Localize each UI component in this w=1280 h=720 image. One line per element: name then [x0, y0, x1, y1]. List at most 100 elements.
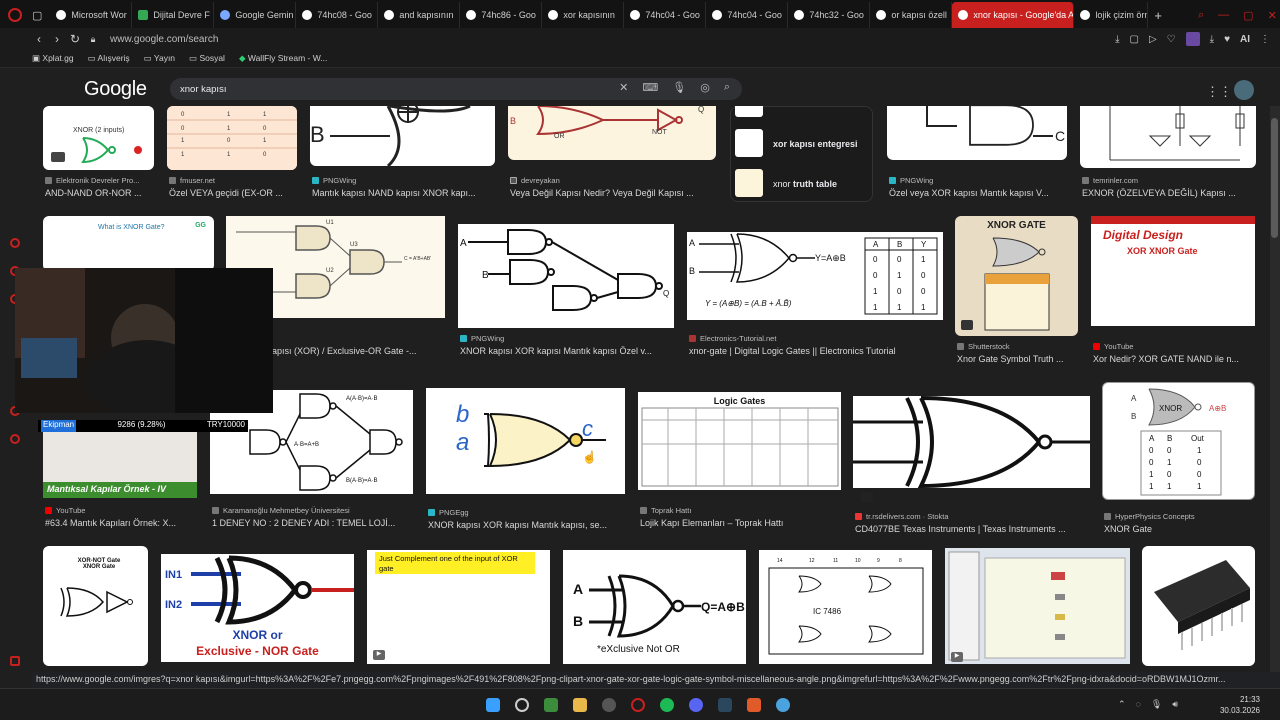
result-thumb[interactable]: What is XNOR Gate? GG [43, 216, 214, 271]
result-thumb[interactable]: A B XNOR A⊕B A B Out 001 010 100 111 [1102, 382, 1255, 500]
clear-icon[interactable]: ✕ [619, 81, 628, 94]
result-card[interactable]: tr.rsdelivers.com · Stokta CD4077BE Texa… [853, 396, 1091, 536]
tab-0[interactable]: Microsoft Wor [50, 2, 133, 28]
result-thumb[interactable]: B OR NOT Q [508, 106, 716, 160]
opera-gx-taskbar-icon[interactable] [631, 698, 645, 712]
result-thumb[interactable]: A B Y=A⊕B Y = (A⊕B) = (A.B + Ā.B̄) A B Y… [687, 232, 943, 320]
result-card[interactable]: C PNGWing Özel veya XOR kapısı Mantık ka… [887, 106, 1067, 206]
result-thumb[interactable]: XNOR GATE [955, 216, 1078, 336]
result-title[interactable]: #63.4 Mantık Kapıları Örnek: X... [45, 518, 203, 528]
new-tab-button[interactable]: + [1154, 8, 1162, 23]
result-thumb[interactable]: 011 010 101 110 [167, 106, 297, 170]
tab-11-active[interactable]: xnor kapısı - Google'da A [952, 2, 1075, 28]
search-input[interactable]: xnor kapısı [180, 84, 226, 95]
bookmark-1[interactable]: ▭ Alışveriş [88, 53, 130, 64]
tab-1[interactable]: Dijital Devre F [132, 2, 215, 28]
result-card[interactable]: temrinler.com EXNOR (ÖZELVEYA DEĞİL) Kap… [1080, 106, 1256, 206]
result-card[interactable]: A B Q=A⊕B *eXclusive Not OR [563, 550, 747, 668]
result-thumb[interactable]: IC 7486 14 12 11 10 9 8 [759, 550, 932, 664]
back-icon[interactable]: ‹ [30, 32, 48, 46]
bookmark-3[interactable]: ▭ Sosyal [189, 53, 225, 64]
tab-12[interactable]: lojik çizim örne [1074, 2, 1149, 28]
result-title[interactable]: Özel veya XOR kapısı Mantık kapısı V... [889, 188, 1069, 198]
search-box[interactable]: xnor kapısı ✕ ⌨ 🎙︎ ◎ ⌕ [170, 78, 742, 100]
result-thumb[interactable]: Just Complement one of the input of XOR … [367, 550, 550, 664]
avatar-small[interactable] [1185, 32, 1200, 46]
keyboard-icon[interactable]: ⌨ [642, 81, 658, 94]
result-title[interactable]: xnor-gate | Digital Logic Gates || Elect… [689, 346, 945, 356]
related-item-1[interactable]: xnor truth table [773, 179, 837, 189]
result-thumb[interactable] [853, 396, 1090, 488]
tray-chevron-icon[interactable]: ⌃ [1118, 699, 1126, 710]
result-thumb[interactable]: Digital Design XOR XNOR Gate [1091, 216, 1255, 326]
bookmark-0[interactable]: ▣ Xplat.gg [32, 53, 74, 64]
google-logo[interactable]: Google [84, 78, 147, 101]
result-thumb[interactable]: XOR-NOT Gate XNOR Gate [43, 546, 148, 666]
heart-icon[interactable]: ♡ [1167, 34, 1176, 45]
result-thumb[interactable]: A B Q [458, 224, 674, 328]
result-card[interactable]: XNOR (2 inputs) Elektronik Devreler Pro.… [43, 106, 155, 206]
result-thumb[interactable] [1080, 106, 1256, 168]
search-taskbar-icon[interactable] [515, 698, 529, 712]
tab-2[interactable]: Google Gemin [214, 2, 297, 28]
app-icon-2[interactable] [602, 698, 616, 712]
bookmark-4[interactable]: ◆ WallFly Stream - W... [239, 53, 327, 64]
result-card[interactable]: A B Q PNGWing XNOR kapısı XOR kapısı Man… [458, 224, 675, 364]
minimize-icon[interactable]: — [1218, 9, 1229, 21]
result-title[interactable]: Lojik Kapı Elemanları – Toprak Hattı [640, 518, 844, 528]
result-card[interactable]: Logic Gates Toprak Hattı Lojik Kapı Elem… [638, 392, 842, 536]
result-title[interactable]: AND-NAND OR-NOR ... [45, 188, 157, 198]
app-icon-1[interactable] [544, 698, 558, 712]
result-thumb[interactable]: C [887, 106, 1067, 160]
scrollbar-thumb[interactable] [1271, 118, 1278, 238]
result-title[interactable]: Xor Nedir? XOR GATE NAND ile n... [1093, 354, 1259, 364]
result-card[interactable]: Just Complement one of the input of XOR … [367, 550, 551, 668]
result-card[interactable]: IC 7486 14 12 11 10 9 8 [759, 550, 933, 668]
result-thumb[interactable]: A B Q=A⊕B *eXclusive Not OR [563, 550, 746, 664]
result-card[interactable]: IN1 IN2 XNOR or Exclusive - NOR Gate [161, 554, 355, 668]
result-thumb[interactable]: XNOR (2 inputs) [43, 106, 154, 170]
tab-7[interactable]: 74hc04 - Goo [624, 2, 707, 28]
result-card[interactable]: 011 010 101 110 fmuser.net Özel VEYA geç… [167, 106, 297, 206]
result-title[interactable]: 1 DENEY NO : 2 DENEY ADI : TEMEL LOJİ... [212, 518, 416, 528]
file-explorer-icon[interactable] [573, 698, 587, 712]
system-clock[interactable]: 21:33 30.03.2026 [1220, 694, 1260, 716]
close-window-icon[interactable]: ✕ [1268, 9, 1277, 22]
bookmark-icon[interactable]: ⤓ [1115, 34, 1119, 45]
app-icon-3[interactable] [747, 698, 761, 712]
download-icon[interactable]: ⤓ [1210, 34, 1214, 45]
ai-button[interactable]: AI [1240, 34, 1250, 45]
url-field[interactable]: www.google.com/search [110, 34, 218, 45]
tab-5[interactable]: 74hc86 - Goo [460, 2, 543, 28]
tab-8[interactable]: 74hc04 - Goo [706, 2, 789, 28]
spotify-icon[interactable] [660, 698, 674, 712]
tab-6[interactable]: xor kapısının [542, 2, 625, 28]
result-title[interactable]: XNOR kapısı XOR kapısı Mantık kapısı, se… [428, 520, 628, 530]
result-thumb[interactable]: B [310, 106, 495, 166]
app-icon-4[interactable] [776, 698, 790, 712]
opera-gx-icon[interactable] [8, 8, 22, 22]
result-title[interactable]: XNOR kapısı XOR kapısı Mantık kapısı Öze… [460, 346, 677, 356]
tab-menu-icon[interactable]: ▢ [32, 9, 42, 22]
result-title[interactable]: Xnor Gate Symbol Truth ... [957, 354, 1081, 364]
search-icon[interactable]: ⌕ [724, 81, 730, 94]
favorites-icon[interactable]: ♥ [1224, 34, 1230, 45]
network-icon[interactable]: ◌ [1136, 699, 1141, 710]
reload-icon[interactable]: ↻ [66, 32, 84, 46]
mic-tray-icon[interactable]: 🎙︎ [1151, 699, 1162, 710]
windows-start-icon[interactable] [486, 698, 500, 712]
tab-4[interactable]: and kapısının [378, 2, 461, 28]
mic-icon[interactable]: 🎙︎ [672, 81, 686, 94]
result-title[interactable]: Veya Değil Kapısı Nedir? Veya Değil Kapı… [510, 188, 718, 198]
tab-3[interactable]: 74hc08 - Goo [296, 2, 379, 28]
result-title[interactable]: EXNOR (ÖZELVEYA DEĞİL) Kapısı ... [1082, 188, 1258, 198]
result-thumb[interactable] [1142, 546, 1255, 666]
result-card[interactable]: A B Y=A⊕B Y = (A⊕B) = (A.B + Ā.B̄) A B Y… [687, 232, 943, 367]
bookmark-2[interactable]: ▭ Yayın [144, 53, 175, 64]
search-tabs-icon[interactable]: ⌕ [1198, 9, 1204, 22]
result-title[interactable]: CD4077BE Texas Instruments | Texas Instr… [855, 524, 1093, 534]
tab-10[interactable]: or kapısı özell [870, 2, 953, 28]
lens-icon[interactable]: ◎ [700, 81, 710, 94]
result-card[interactable]: Mantıksal Kapılar Örnek - IV YouTube #63… [43, 424, 201, 536]
result-title[interactable]: A Kapısı (XOR) / Exclusive-OR Gate -... [258, 346, 478, 356]
